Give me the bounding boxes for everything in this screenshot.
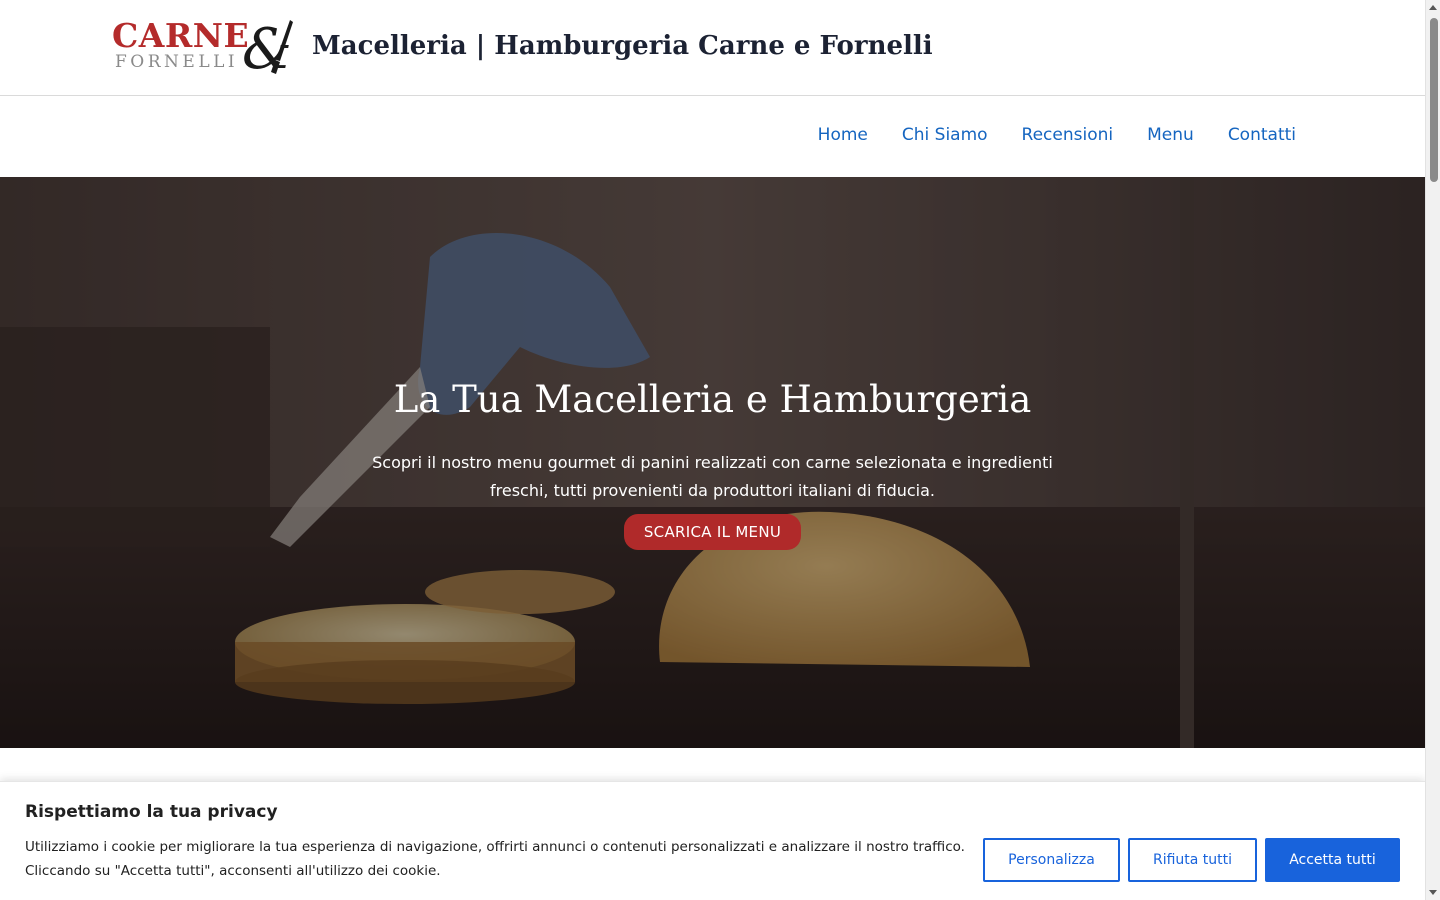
page-scrollbar[interactable] xyxy=(1425,0,1440,900)
nav-link-contatti[interactable]: Contatti xyxy=(1228,125,1296,145)
nav-item-home: Home xyxy=(818,124,868,146)
reject-all-cookies-button[interactable]: Rifiuta tutti xyxy=(1128,838,1257,882)
cookie-consent-banner: Rispettiamo la tua privacy Utilizziamo i… xyxy=(0,781,1425,900)
nav-link-home[interactable]: Home xyxy=(818,125,868,145)
nav-item-chi-siamo: Chi Siamo xyxy=(902,124,988,146)
nav-link-menu[interactable]: Menu xyxy=(1147,125,1194,145)
nav-item-contatti: Contatti xyxy=(1228,124,1296,146)
hero-title: La Tua Macelleria e Hamburgeria xyxy=(393,378,1032,421)
cookie-banner-title: Rispettiamo la tua privacy xyxy=(25,802,278,822)
download-menu-button[interactable]: SCARICA IL MENU xyxy=(623,514,802,550)
site-logo[interactable]: CARNE FORNELLI & xyxy=(112,16,298,78)
ampersand-fork-knife-icon: & xyxy=(242,17,293,78)
nav-link-chi-siamo[interactable]: Chi Siamo xyxy=(902,125,988,145)
hero-description: Scopri il nostro menu gourmet di panini … xyxy=(372,453,1053,500)
scroll-down-arrow-icon[interactable] xyxy=(1429,890,1437,895)
logo-text-carne: CARNE xyxy=(112,16,250,55)
nav-item-recensioni: Recensioni xyxy=(1022,124,1114,146)
site-header: CARNE FORNELLI & Macelleria | Hamburgeri… xyxy=(0,0,1425,96)
scrollbar-thumb[interactable] xyxy=(1430,18,1438,182)
cookie-banner-text: Utilizziamo i cookie per migliorare la t… xyxy=(25,839,965,879)
nav-item-menu: Menu xyxy=(1147,124,1194,146)
hero-content: La Tua Macelleria e Hamburgeria Scopri i… xyxy=(0,377,1425,550)
main-navigation: Home Chi Siamo Recensioni Menu Contatti xyxy=(0,96,1425,177)
scroll-up-arrow-icon[interactable] xyxy=(1429,5,1437,10)
customize-cookies-button[interactable]: Personalizza xyxy=(983,838,1120,882)
nav-list: Home Chi Siamo Recensioni Menu Contatti xyxy=(784,124,1296,146)
accept-all-cookies-button[interactable]: Accetta tutti xyxy=(1265,838,1400,882)
site-title: Macelleria | Hamburgeria Carne e Fornell… xyxy=(312,31,933,61)
nav-link-recensioni[interactable]: Recensioni xyxy=(1022,125,1114,145)
logo-text-fornelli: FORNELLI xyxy=(115,52,239,72)
hero-section: La Tua Macelleria e Hamburgeria Scopri i… xyxy=(0,177,1425,748)
